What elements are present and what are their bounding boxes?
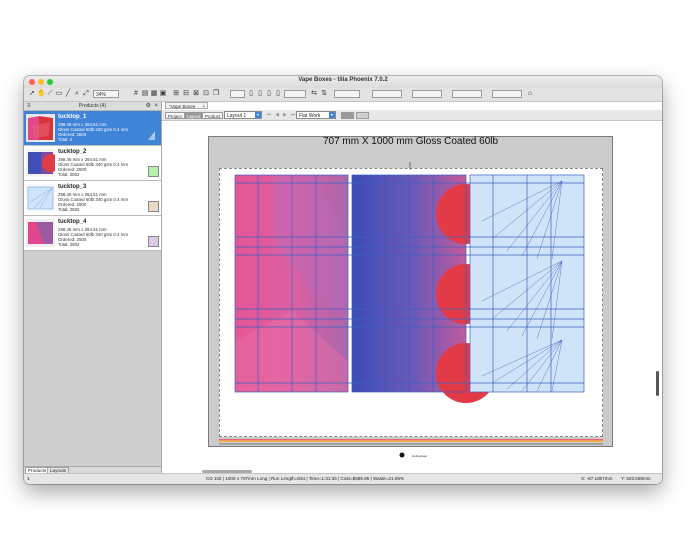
align-left-icon[interactable]: ▯ [247,90,255,98]
product-color-swatch [148,236,159,247]
prev-layout-icon[interactable]: ◀ [273,111,281,119]
grid-icon[interactable]: ⊞ [172,90,180,98]
product-total: Total: 2502 [58,207,80,212]
grid-hash-icon[interactable]: # [132,90,140,98]
product-thumbnail [26,184,55,212]
marks-label: Holtegraaw [412,454,428,458]
vertical-scrollbar[interactable] [656,371,659,396]
product-total: Total: 0 [58,137,73,142]
zoom-select[interactable]: 34% [93,90,119,98]
product-color-swatch [148,131,155,140]
product-color-swatch [148,201,159,212]
product-view-button[interactable]: Product [202,112,224,119]
distribute-icon[interactable]: ▯ [274,90,282,98]
product-thumbnail [26,219,55,247]
app-window: Vape Boxes - tilia Phoenix 7.0.2 ➚ ✋ ⟋ ▭… [24,76,662,484]
layout-canvas[interactable]: 707 mm X 1000 mm Gloss Coated 60lb Holte… [162,121,662,474]
product-item-tucktop-3[interactable]: tucktop_3 298.45 mm x 284.51 mm Gloss Co… [24,181,161,216]
back-side-button[interactable] [356,112,369,119]
width-field[interactable] [412,90,442,98]
product-item-tucktop-2[interactable]: tucktop_2 298.45 mm x 284.51 mm Gloss Co… [24,146,161,181]
product-thumbnail [26,149,55,177]
flip-icon[interactable]: ⇆ [310,90,318,98]
layout-view-button[interactable]: Layout [184,112,204,119]
layout-summary: CD 102 | 1000 x 707mm Long | Run Length=… [206,476,405,481]
height-field[interactable] [452,90,482,98]
magnifier-icon[interactable]: ⌕ [73,90,81,98]
panel-options-icon[interactable]: ⚙ [146,102,151,110]
chevron-down-icon: ▾ [255,112,261,118]
ruler-tool-icon[interactable]: ▭ [55,90,63,98]
products-panel: ≡ Products (4) ⚙ × tucktop_1 298.45 mm x… [24,102,162,474]
product-item-tucktop-4[interactable]: tucktop_4 298.45 mm x 284.51 mm Gloss Co… [24,216,161,251]
page-indicator: 1 [27,476,30,481]
folder-icon[interactable]: ▤ [141,90,149,98]
product-color-swatch [148,166,159,177]
status-bar: 1 CD 102 | 1000 x 707mm Long | Run Lengt… [24,473,662,484]
y-position-field[interactable] [372,90,402,98]
rotation-field[interactable] [284,90,306,98]
product-item-tucktop-1[interactable]: tucktop_1 298.45 mm x 284.51 mm Gloss Co… [24,111,161,146]
layers-icon[interactable]: ▦ [150,90,158,98]
layout-editor: *Vape Boxes × Project Layout Product Lay… [162,102,662,474]
layout-select[interactable]: Layout 1 ▾ [224,111,262,119]
front-side-button[interactable] [341,112,354,119]
first-layout-icon[interactable]: ⏮ [265,111,273,119]
product-name: tucktop_2 [58,149,87,155]
layout-icon[interactable]: ▣ [159,90,167,98]
work-style-value: Flat Work [299,113,321,119]
view-bar: Project Layout Product Layout 1 ▾ ⏮ ◀ ▶ … [162,110,662,121]
knife-tool-icon[interactable]: ⟋ [46,90,54,98]
product-total: Total: 2502 [58,242,80,247]
mirror-icon[interactable]: ⇅ [320,90,328,98]
work-style-select[interactable]: Flat Work ▾ [296,111,336,119]
align-select[interactable] [230,90,245,98]
chevron-down-icon: ▾ [329,112,335,118]
cursor-x: X: -87.1807mm [581,476,613,481]
product-name: tucktop_3 [58,184,87,190]
next-layout-icon[interactable]: ▶ [281,111,289,119]
die-layout-artwork: Holtegraaw [219,162,603,458]
main-toolbar: ➚ ✋ ⟋ ▭ ╱ ⌕ ⤢ 34% # ▤ ▦ ▣ ⊞ ⊟ ⊠ ⊡ ❐ ▯ ▯ … [24,88,662,102]
hand-tool-icon[interactable]: ✋ [37,90,46,98]
box-column-tucktop-4 [235,175,348,392]
panel-menu-icon[interactable]: ≡ [27,102,31,110]
x-position-field[interactable] [334,90,360,98]
align-center-icon[interactable]: ▯ [256,90,264,98]
product-name: tucktop_4 [58,219,87,225]
lock-icon[interactable]: ⌂ [526,90,534,98]
panel-close-icon[interactable]: × [154,102,158,110]
columns-icon[interactable]: ⊠ [192,90,200,98]
window-title: Vape Boxes - tilia Phoenix 7.0.2 [298,77,388,83]
angle-field[interactable] [492,90,522,98]
pointer-tool-icon[interactable]: ➚ [28,90,36,98]
product-name: tucktop_1 [58,114,87,120]
products-panel-header: ≡ Products (4) ⚙ × [24,102,161,111]
color-bar-magenta [219,439,603,441]
registration-mark [399,452,405,458]
products-panel-title: Products (4) [78,103,107,109]
layout-select-value: Layout 1 [227,113,247,119]
close-tab-icon[interactable]: × [202,103,205,110]
product-thumbnail [26,114,55,142]
copy-icon[interactable]: ❐ [212,90,220,98]
arrange-icon[interactable]: ⊡ [202,90,210,98]
document-tab-label: *Vape Boxes [169,104,196,109]
product-total: Total: 2502 [58,172,80,177]
stack-icon[interactable]: ⊟ [182,90,190,98]
fit-to-window-icon[interactable]: ⤢ [82,90,90,98]
line-tool-icon[interactable]: ╱ [64,90,72,98]
project-view-button[interactable]: Project [165,112,185,119]
cursor-y: Y: 503.569mm [621,476,651,481]
document-tab[interactable]: *Vape Boxes × [165,102,208,109]
align-right-icon[interactable]: ▯ [265,90,273,98]
